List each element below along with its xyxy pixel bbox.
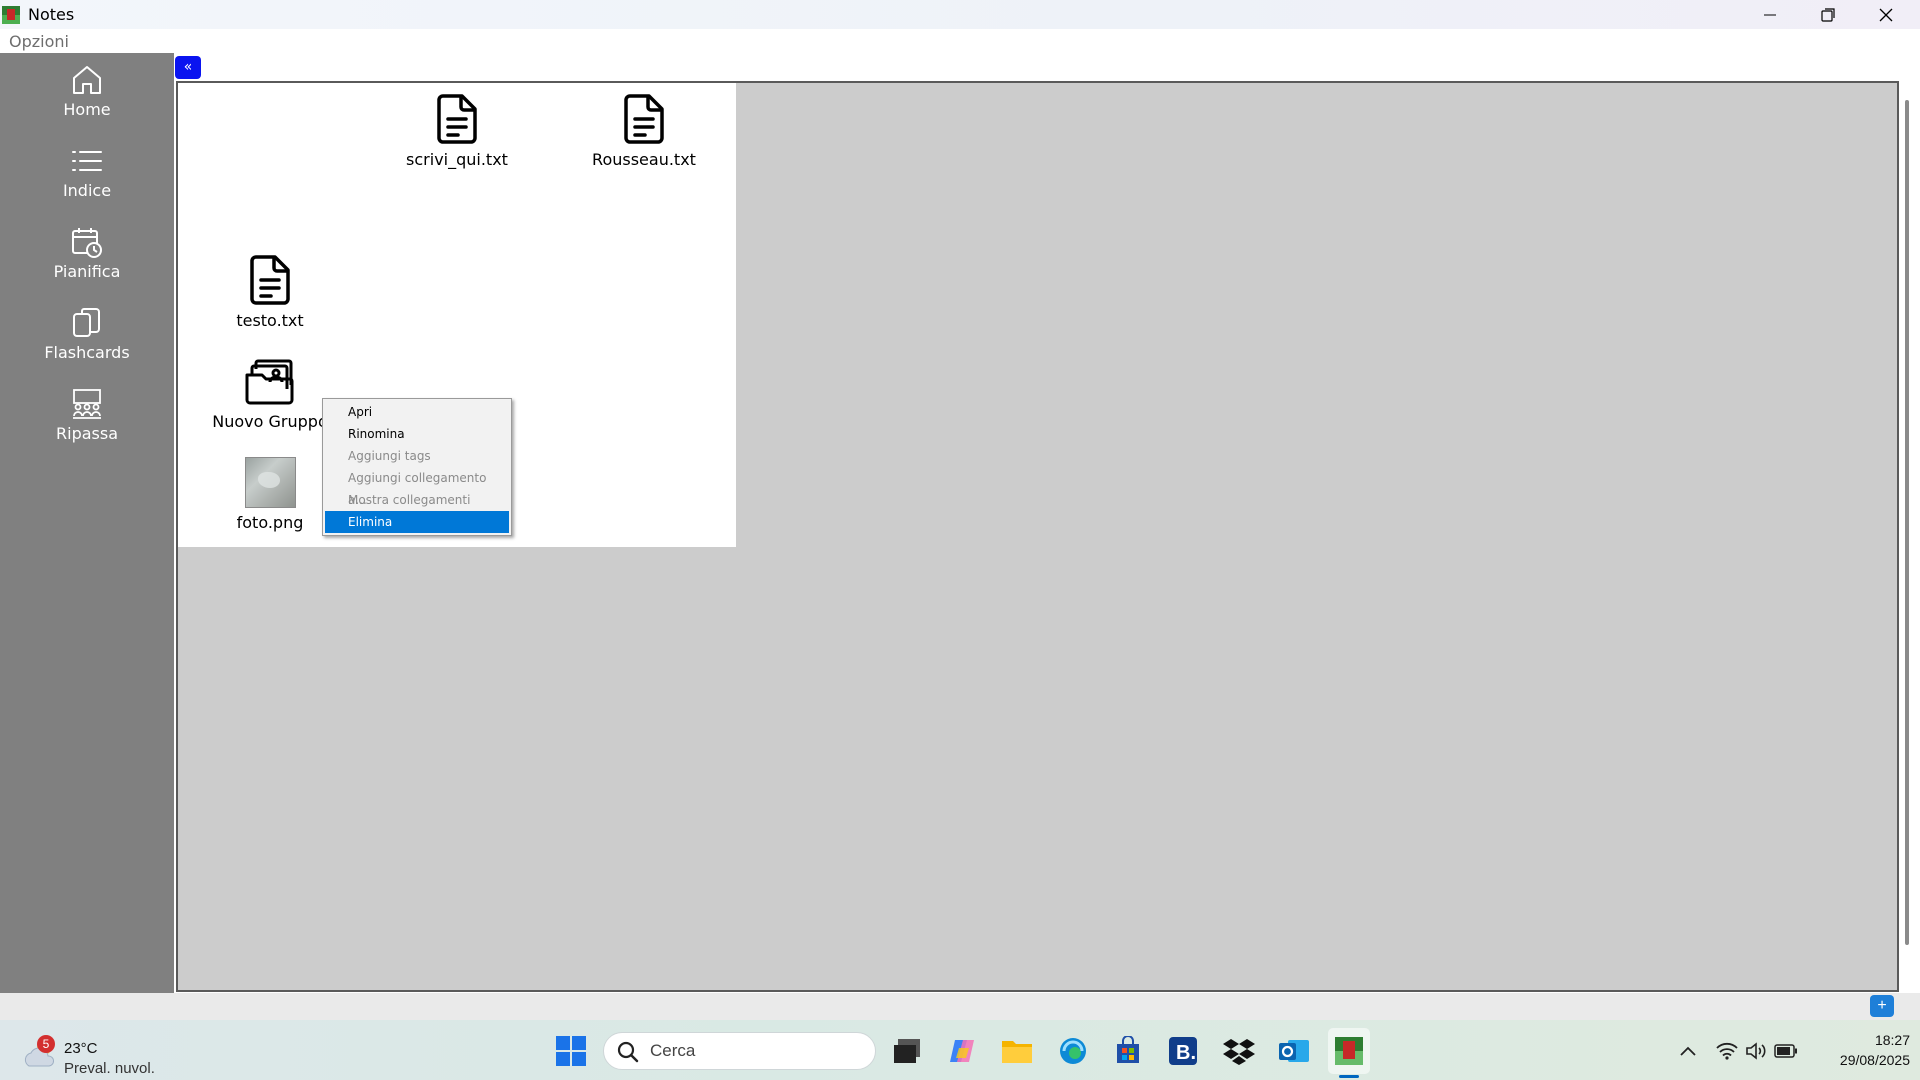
collapse-sidebar-button[interactable]: «: [175, 56, 201, 79]
weather-temperature: 23°C: [64, 1040, 98, 1057]
outlook-button[interactable]: [1277, 1034, 1311, 1068]
restore-button[interactable]: [1799, 0, 1857, 29]
battery-icon: [1774, 1044, 1797, 1058]
weather-badge: 5: [37, 1035, 55, 1053]
menu-item-elimina[interactable]: Elimina: [325, 511, 509, 533]
menu-item-mostra-collegamenti: Mostra collegamenti: [348, 493, 471, 507]
menu-item-aggiungi-collegamento: Aggiungi collegamento a...: [348, 471, 487, 507]
close-icon: [1879, 8, 1893, 21]
outlook-icon: [1279, 1040, 1309, 1062]
speaker-icon: [1746, 1042, 1766, 1060]
app-logo-icon: [2, 6, 20, 24]
active-app-indicator: [1339, 1075, 1359, 1078]
sidebar-item-indice[interactable]: Indice: [0, 134, 174, 214]
file-item-testo[interactable]: testo.txt: [195, 254, 345, 330]
task-view-button[interactable]: [890, 1034, 924, 1068]
vertical-scrollbar[interactable]: [1905, 100, 1909, 945]
sidebar-item-ripassa[interactable]: Ripassa: [0, 377, 174, 457]
dropbox-button[interactable]: [1222, 1034, 1256, 1068]
folder-group-icon: [245, 359, 294, 405]
wifi-icon: [1716, 1042, 1738, 1060]
file-name: Rousseau.txt: [592, 150, 696, 169]
folder-icon: [1002, 1041, 1032, 1063]
add-button[interactable]: +: [1870, 995, 1894, 1017]
booking-button[interactable]: B.: [1166, 1034, 1200, 1068]
calendar-clock-icon: [72, 228, 102, 258]
start-button[interactable]: [554, 1034, 588, 1068]
clock[interactable]: 18:27 29/08/2025: [1810, 1030, 1910, 1070]
minimize-button[interactable]: [1741, 0, 1799, 29]
file-explorer-button[interactable]: [1000, 1034, 1034, 1068]
home-icon: [73, 66, 101, 94]
classroom-icon: [73, 389, 101, 419]
tray-overflow-button[interactable]: [1671, 1034, 1705, 1068]
menu-bar: Opzioni: [0, 29, 1920, 53]
booking-icon: B.: [1169, 1037, 1197, 1065]
minimize-icon: [1764, 14, 1776, 15]
wifi-button[interactable]: [1710, 1034, 1744, 1068]
battery-button[interactable]: [1769, 1034, 1803, 1068]
restore-icon: [1821, 7, 1835, 22]
dropbox-icon: [1223, 1039, 1255, 1065]
file-name: testo.txt: [236, 311, 304, 330]
menu-item-rinomina[interactable]: Rinomina: [325, 423, 509, 445]
sidebar-item-label: Indice: [62, 181, 112, 200]
status-strip: [0, 993, 1920, 1020]
windows-icon: [556, 1036, 586, 1066]
sidebar-item-flashcards[interactable]: Flashcards: [0, 296, 174, 376]
title-bar: Notes: [0, 0, 1920, 29]
document-icon: [624, 94, 664, 144]
clock-time: 18:27: [1874, 1032, 1910, 1048]
task-view-icon: [894, 1039, 920, 1063]
store-icon: [1117, 1036, 1139, 1063]
document-icon: [437, 94, 477, 144]
copilot-icon: [950, 1040, 974, 1062]
window-title: Notes: [28, 5, 75, 24]
sidebar-item-home[interactable]: Home: [0, 53, 174, 133]
list-icon: [72, 151, 102, 171]
svg-text:B.: B.: [1176, 1042, 1196, 1064]
sidebar: Home Indice Pianifica Flashcards Ripassa: [0, 53, 174, 993]
chevron-up-icon: [1680, 1046, 1696, 1056]
edge-browser-button[interactable]: [1056, 1034, 1090, 1068]
image-thumbnail: [244, 457, 296, 508]
context-menu: Apri Rinomina Aggiungi tags Aggiungi col…: [322, 398, 512, 536]
menu-item-aggiungi-tags: Aggiungi tags: [348, 449, 431, 463]
sidebar-item-label: Home: [63, 100, 111, 119]
taskbar-search[interactable]: Cerca: [603, 1032, 876, 1070]
edge-icon: [1060, 1038, 1086, 1064]
weather-description: Preval. nuvol.: [64, 1060, 155, 1077]
cards-icon: [73, 308, 100, 337]
search-icon: [617, 1041, 639, 1063]
menu-opzioni[interactable]: Opzioni: [9, 32, 69, 51]
copilot-button[interactable]: [945, 1034, 979, 1068]
notes-app-button[interactable]: [1332, 1034, 1366, 1068]
file-item-rousseau[interactable]: Rousseau.txt: [569, 93, 719, 169]
sidebar-item-pianifica[interactable]: Pianifica: [0, 215, 174, 295]
taskbar: 5 23°C Preval. nuvol. Cerca B. 18:27 29/…: [0, 1020, 1920, 1080]
close-button[interactable]: [1857, 0, 1915, 29]
menu-item-apri[interactable]: Apri: [325, 401, 509, 423]
file-name: scrivi_qui.txt: [406, 150, 508, 169]
sidebar-item-label: Pianifica: [53, 262, 121, 281]
sidebar-item-label: Flashcards: [44, 343, 130, 362]
sidebar-item-label: Ripassa: [56, 424, 118, 443]
document-icon: [250, 255, 290, 305]
search-placeholder: Cerca: [650, 1041, 696, 1060]
weather-widget[interactable]: 5 23°C Preval. nuvol.: [18, 1028, 178, 1077]
store-button[interactable]: [1111, 1034, 1145, 1068]
notes-app-icon: [1335, 1037, 1363, 1065]
file-item-scrivi-qui[interactable]: scrivi_qui.txt: [382, 93, 532, 169]
clock-date: 29/08/2025: [1839, 1052, 1910, 1068]
